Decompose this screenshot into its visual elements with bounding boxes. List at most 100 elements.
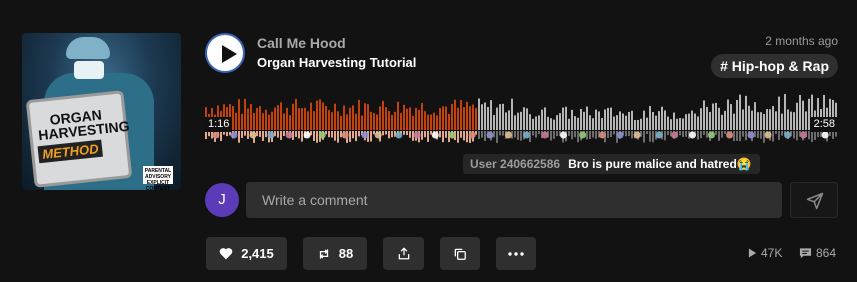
comment-marker <box>341 131 349 139</box>
waveform-bar <box>388 110 390 130</box>
waveform-bar <box>715 102 717 130</box>
waveform-bar <box>748 105 750 130</box>
waveform-bar <box>295 98 297 130</box>
repost-button[interactable]: 88 <box>303 237 367 270</box>
waveform-bar <box>331 112 333 130</box>
waveform-bar <box>478 98 480 130</box>
waveform-bar <box>250 103 252 130</box>
waveform-bar <box>277 105 279 130</box>
waveform-bar <box>781 113 783 130</box>
plays-count: 47K <box>761 246 783 260</box>
comment-marker <box>413 131 421 139</box>
waveform-reflection-bar <box>301 131 303 142</box>
waveform-reflection-bar <box>775 131 777 135</box>
like-button[interactable]: 2,415 <box>206 237 287 270</box>
waveform-bar <box>445 106 447 130</box>
waveform-reflection-bar <box>241 131 243 138</box>
waveform-bar <box>547 116 549 130</box>
waveform-bar <box>610 107 612 130</box>
comment-marker <box>303 131 311 139</box>
waveform-reflection-bar <box>592 131 594 138</box>
waveform-bar <box>721 114 723 130</box>
waveform-bar <box>397 101 399 130</box>
waveform-bar <box>556 115 558 130</box>
comment-marker <box>522 131 530 139</box>
waveform-bar <box>442 106 444 130</box>
comment-user[interactable]: User 240662586 <box>470 157 560 171</box>
artist-name[interactable]: Call Me Hood <box>257 35 346 51</box>
waveform-bar <box>361 115 363 130</box>
comment-marker <box>726 131 734 139</box>
waveform-bar <box>628 112 630 130</box>
waveform-reflection-bar <box>553 131 555 139</box>
waveform-bar <box>571 109 573 130</box>
waveform-reflection-bar <box>649 131 651 142</box>
waveform[interactable] <box>205 90 839 148</box>
track-title[interactable]: Organ Harvesting Tutorial <box>257 55 416 70</box>
waveform-bar <box>613 116 615 130</box>
waveform-bar <box>757 112 759 130</box>
user-avatar[interactable]: J <box>205 183 239 217</box>
waveform-reflection-bar <box>517 131 519 140</box>
waveform-reflection-bar <box>625 131 627 137</box>
comments-stat[interactable]: 864 <box>799 246 836 260</box>
waveform-bar <box>616 115 618 130</box>
waveform-reflection-bar <box>388 131 390 139</box>
waveform-bar <box>601 118 603 130</box>
more-icon <box>508 251 524 256</box>
waveform-reflection-bar <box>355 131 357 142</box>
track-artwork[interactable]: ORGAN HARVESTING METHOD PARENTAL ADVISOR… <box>22 33 181 190</box>
waveform-reflection-bar <box>613 131 615 135</box>
waveform-bar <box>538 115 540 130</box>
waveform-reflection-bar <box>502 131 504 136</box>
waveform-bar <box>730 104 732 130</box>
artwork-cooler-box: ORGAN HARVESTING METHOD <box>25 90 133 188</box>
waveform-bar <box>289 115 291 130</box>
share-button[interactable] <box>383 237 424 270</box>
copy-link-button[interactable] <box>440 237 480 270</box>
waveform-bar <box>607 107 609 130</box>
waveform-bar <box>739 94 741 130</box>
waveform-bar <box>697 116 699 130</box>
comment-marker <box>821 131 829 139</box>
waveform-bar <box>394 111 396 130</box>
waveform-bar <box>598 111 600 130</box>
comment-marker <box>598 131 606 139</box>
waveform-reflection-bar <box>298 131 300 139</box>
waveform-bar <box>427 114 429 130</box>
waveform-reflection-bar <box>556 131 558 137</box>
more-options-button[interactable] <box>496 237 536 270</box>
waveform-reflection-bar <box>763 131 765 143</box>
waveform-bar <box>691 110 693 130</box>
plays-stat: 47K <box>748 246 782 260</box>
comment-marker <box>633 131 641 139</box>
waveform-reflection-bar <box>718 131 720 141</box>
comment-marker <box>361 131 369 139</box>
comment-marker <box>267 131 275 139</box>
waveform-reflection-bar <box>703 131 705 135</box>
waveform-bar <box>676 118 678 130</box>
heart-icon <box>219 248 233 260</box>
comment-input[interactable] <box>246 182 782 218</box>
waveform-bar <box>247 108 249 130</box>
comment-marker <box>688 131 696 139</box>
comment-marker <box>212 131 220 139</box>
genre-tag[interactable]: # Hip-hop & Rap <box>711 54 838 78</box>
waveform-reflection-bar <box>706 131 708 138</box>
waveform-bar <box>712 103 714 130</box>
waveform-bar <box>625 115 627 130</box>
waveform-reflection-bar <box>331 131 333 138</box>
waveform-bar <box>511 98 513 130</box>
waveform-bar <box>766 109 768 130</box>
waveform-bar <box>706 107 708 130</box>
waveform-bar <box>643 110 645 130</box>
waveform-bar <box>769 109 771 130</box>
waveform-reflection-bar <box>265 131 267 138</box>
waveform-bar <box>778 96 780 130</box>
comment-marker <box>230 131 238 139</box>
play-button[interactable] <box>205 33 245 73</box>
send-comment-button[interactable] <box>790 182 838 218</box>
comment-marker <box>616 131 624 139</box>
waveform-reflection-bar <box>772 131 774 142</box>
send-icon <box>806 192 824 210</box>
